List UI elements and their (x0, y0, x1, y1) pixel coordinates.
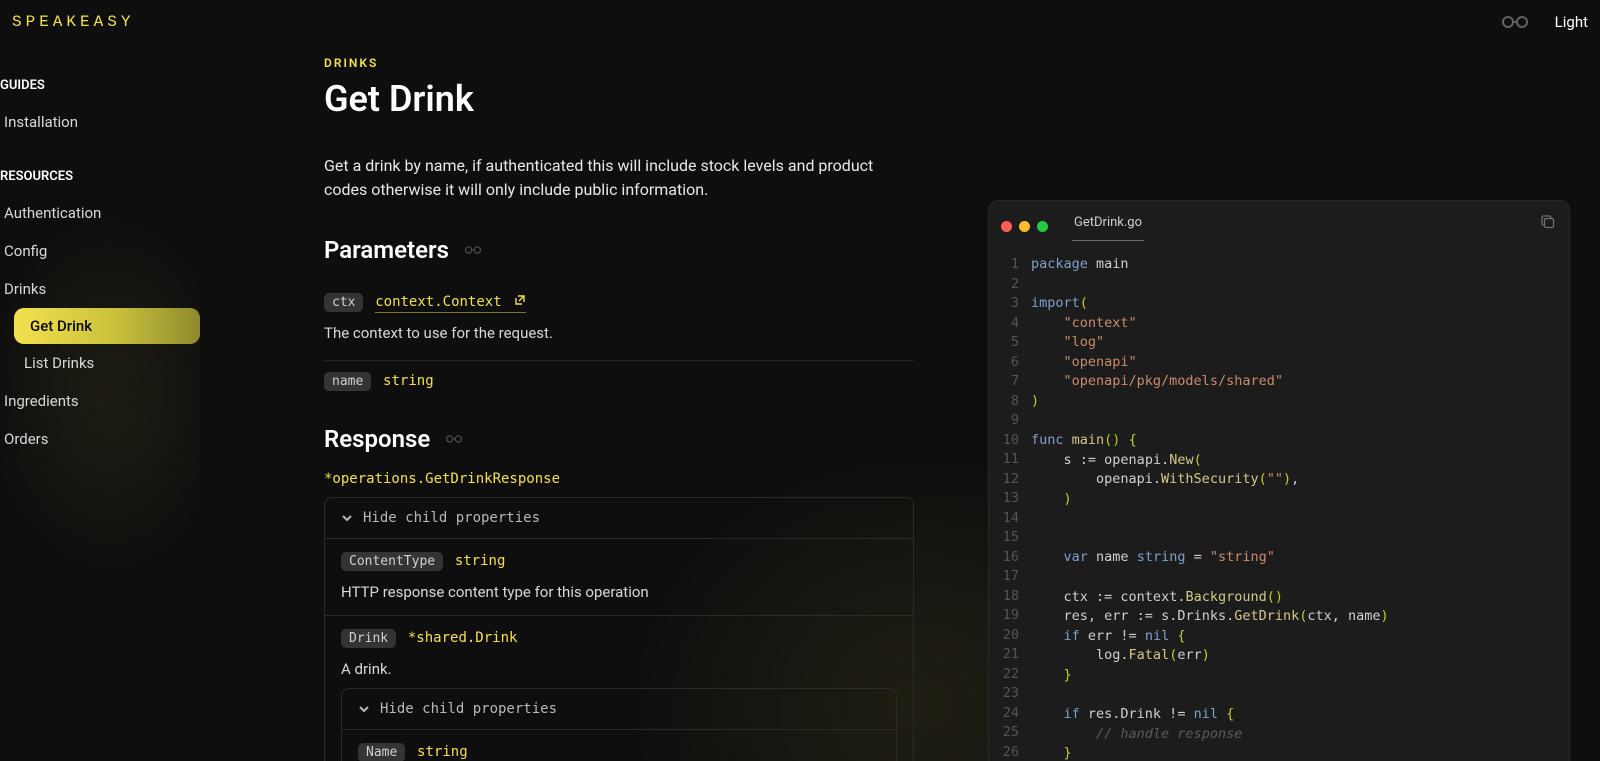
response-type: *operations.GetDrinkResponse (324, 471, 914, 487)
field-name-chip: Name (358, 743, 405, 761)
page-lede: Get a drink by name, if authenticated th… (324, 154, 914, 202)
code-tab[interactable]: GetDrink.go (1072, 211, 1144, 241)
parameters-heading: Parameters (324, 236, 914, 264)
sidebar-item-config[interactable]: Config (0, 232, 200, 270)
field-desc: HTTP response content type for this oper… (341, 583, 897, 601)
param-desc: The context to use for the request. (324, 324, 914, 342)
field-drink: Drink *shared.Drink A drink. Hide child … (325, 616, 913, 761)
sidebar-item-installation[interactable]: Installation (0, 103, 200, 141)
code-window: GetDrink.go 1234567891011121314151617181… (988, 200, 1570, 761)
traffic-light-min-icon (1019, 221, 1030, 232)
sidebar-item-ingredients[interactable]: Ingredients (0, 382, 200, 420)
link-icon (444, 433, 464, 445)
field-name-chip: Drink (341, 629, 396, 648)
param-ctx: ctx context.Context The context to use f… (324, 282, 914, 361)
code-gutter: 1234567891011121314151617181920212223242… (989, 255, 1031, 761)
sidebar-item-authentication[interactable]: Authentication (0, 194, 200, 232)
theme-toggle[interactable]: Light (1555, 13, 1588, 31)
eyebrow: DRINKS (324, 56, 914, 70)
code-window-header: GetDrink.go (989, 201, 1569, 241)
sidebar-item-get-drink[interactable]: Get Drink (14, 308, 200, 344)
sidebar-header-guides: GUIDES (0, 68, 200, 103)
chevron-down-icon (358, 703, 370, 715)
response-panel: Hide child properties ContentType string… (324, 497, 914, 761)
toggle-child-properties[interactable]: Hide child properties (342, 689, 896, 730)
sidebar-item-list-drinks[interactable]: List Drinks (0, 344, 200, 382)
sidebar-header-resources: RESOURCES (0, 159, 200, 194)
brand-logo[interactable]: SPEAKEASY (12, 13, 134, 31)
main-content: DRINKS Get Drink Get a drink by name, if… (200, 44, 1600, 761)
param-type: string (383, 373, 434, 389)
code-body: 1234567891011121314151617181920212223242… (989, 241, 1569, 761)
param-name-chip: ctx (324, 293, 363, 312)
traffic-light-max-icon (1037, 221, 1048, 232)
language-go-icon[interactable] (1499, 15, 1531, 29)
field-drink-name: Name string The name of the drink. Examp… (342, 730, 896, 761)
param-name-chip: name (324, 372, 371, 391)
field-drink-children-panel: Hide child properties Name string The na… (341, 688, 897, 761)
field-name-chip: ContentType (341, 552, 443, 571)
chevron-down-icon (341, 512, 353, 524)
param-type-link[interactable]: context.Context (375, 294, 526, 313)
code-text: package main import( "context" "log" "op… (1031, 255, 1389, 761)
sidebar-item-orders[interactable]: Orders (0, 420, 200, 458)
external-link-icon (514, 294, 526, 306)
response-heading: Response (324, 425, 914, 453)
sidebar: GUIDES Installation RESOURCES Authentica… (0, 44, 200, 761)
page-title: Get Drink (324, 78, 914, 120)
field-contenttype: ContentType string HTTP response content… (325, 539, 913, 616)
toggle-child-properties[interactable]: Hide child properties (325, 498, 913, 539)
link-icon (463, 244, 483, 256)
param-name: name string (324, 361, 914, 391)
field-desc: A drink. (341, 660, 897, 678)
copy-button[interactable] (1537, 211, 1557, 231)
traffic-light-close-icon (1001, 221, 1012, 232)
field-type: string (455, 553, 506, 569)
sidebar-item-drinks[interactable]: Drinks (0, 270, 200, 308)
field-type: string (417, 744, 468, 760)
field-type: *shared.Drink (408, 630, 518, 646)
